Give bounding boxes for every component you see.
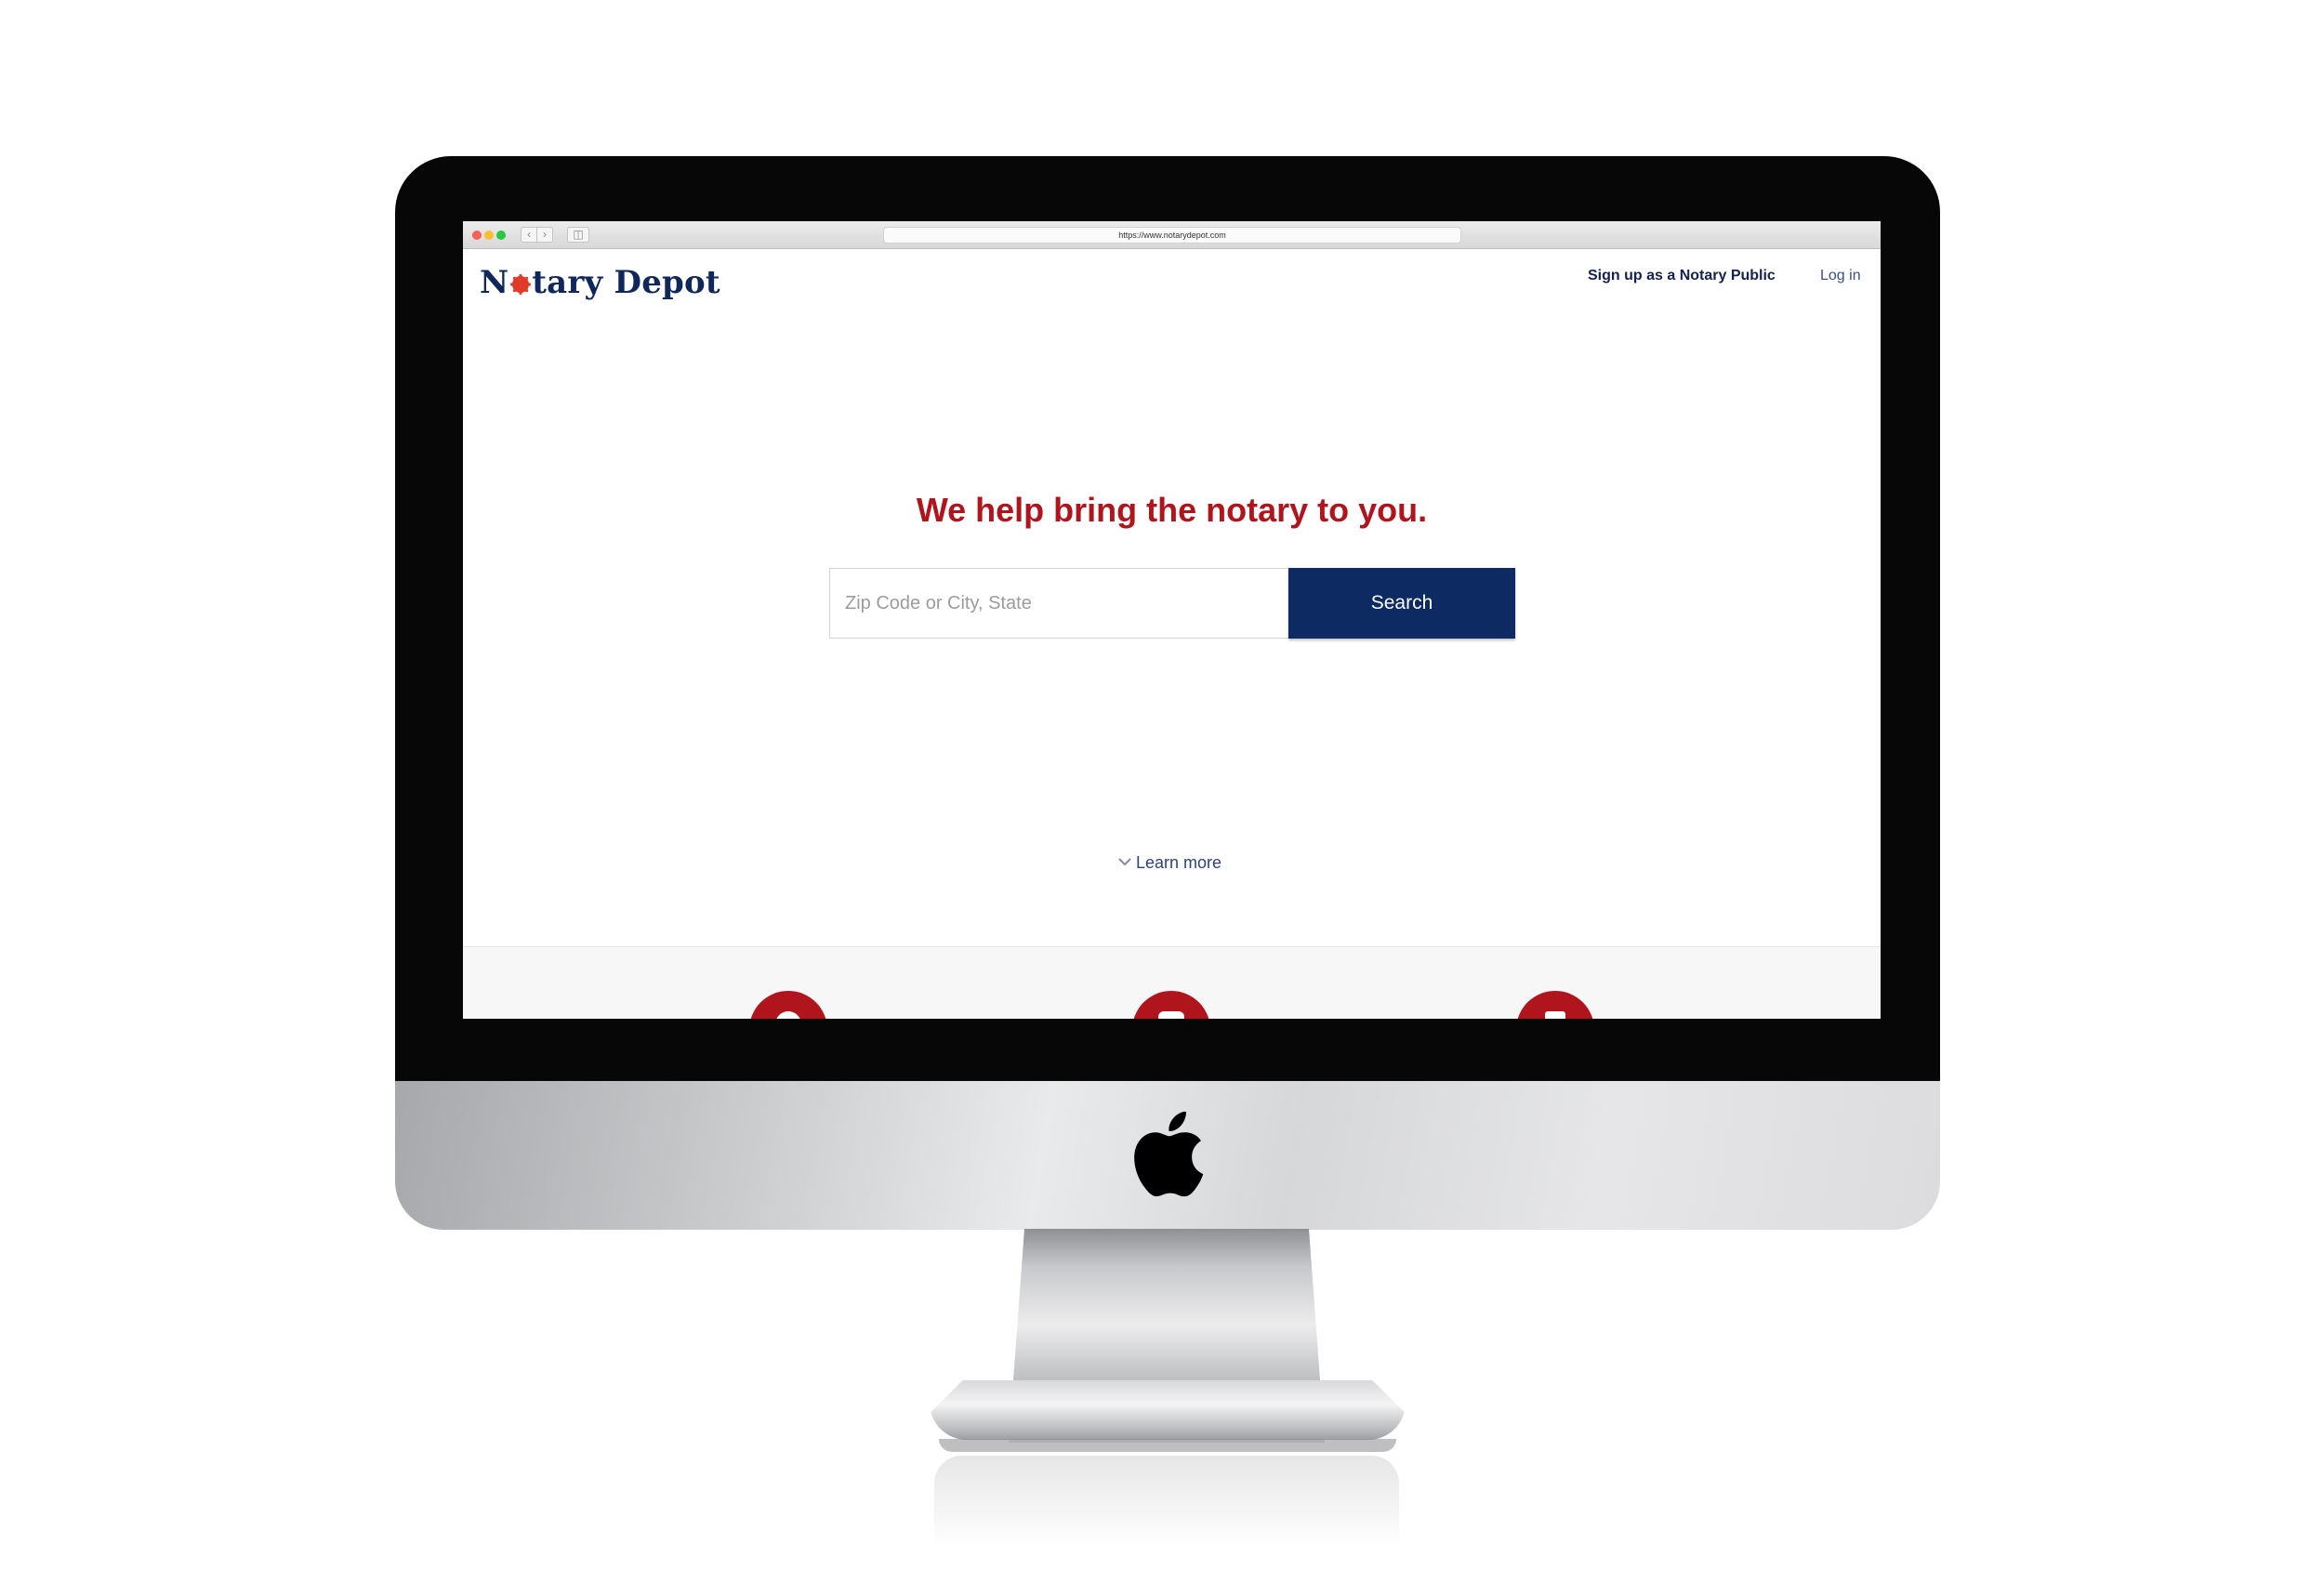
signup-notary-link[interactable]: Sign up as a Notary Public (1588, 268, 1776, 284)
location-icon (775, 1011, 801, 1019)
imac-stand-shadow (939, 1439, 1396, 1452)
imac-reflection (934, 1456, 1399, 1549)
learn-more-link[interactable]: Learn more (1117, 853, 1221, 873)
calendar-icon (1158, 1011, 1184, 1019)
search-button[interactable]: Search (1288, 568, 1515, 639)
zoom-window-button[interactable] (496, 231, 506, 240)
imac-stand-foot (930, 1380, 1406, 1440)
document-icon (1545, 1011, 1565, 1019)
learn-more-label: Learn more (1136, 853, 1222, 872)
logo-text-end: tary Depot (532, 264, 720, 301)
address-bar[interactable]: https://www.notarydepot.com (883, 227, 1461, 244)
hero-headline: We help bring the notary to you. (916, 491, 1428, 529)
screen: ‹ › ◫ https://www.notarydepot.com N tary… (463, 221, 1881, 1019)
sidebar-toggle-icon[interactable]: ◫ (567, 227, 589, 243)
location-search-input[interactable] (829, 568, 1288, 639)
chevron-down-icon (1118, 858, 1131, 866)
notary-depot-logo[interactable]: N tary Depot (480, 264, 720, 309)
browser-toolbar: ‹ › ◫ https://www.notarydepot.com (463, 221, 1881, 249)
apple-logo-icon (1134, 1112, 1204, 1197)
back-button[interactable]: ‹ (521, 227, 537, 243)
login-link[interactable]: Log in (1820, 268, 1861, 284)
forward-button[interactable]: › (536, 227, 553, 243)
notary-seal-icon (510, 274, 532, 295)
close-window-button[interactable] (472, 231, 482, 240)
logo-text-start: N (480, 264, 509, 301)
minimize-window-button[interactable] (484, 231, 494, 240)
